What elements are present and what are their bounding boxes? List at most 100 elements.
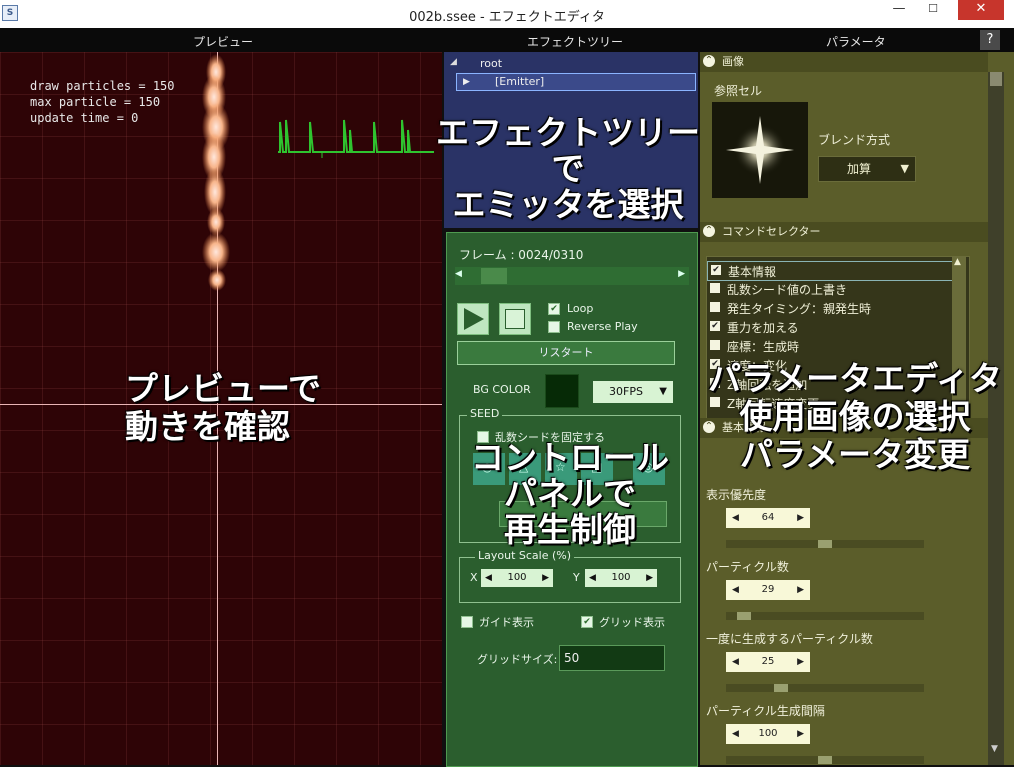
slider-right-icon[interactable]: ▶ — [678, 269, 685, 279]
command-label: 座標：生成時 — [727, 340, 800, 354]
guide-label: ガイド表示 — [479, 616, 534, 629]
decrement-icon[interactable]: ◀ — [732, 652, 739, 672]
stop-button[interactable] — [499, 303, 531, 335]
parameter-scrollbar-thumb[interactable] — [990, 72, 1002, 86]
reverse-play-checkbox[interactable] — [548, 321, 560, 333]
frame-slider[interactable]: ◀ ▶ — [455, 267, 689, 285]
play-icon — [464, 308, 484, 330]
field-stepper[interactable]: ◀ 25 ▶ — [726, 652, 810, 672]
bg-color-swatch[interactable] — [545, 374, 579, 408]
control-caption: コントロール パネルで 再生制御 — [470, 440, 670, 548]
field-slider-thumb[interactable] — [737, 612, 751, 620]
grid-size-input[interactable]: 50 — [559, 645, 665, 671]
control-caption-line-3: 再生制御 — [504, 510, 636, 549]
decrement-icon[interactable]: ◀ — [485, 569, 492, 587]
preview-caption-line-1: プレビューで — [125, 369, 322, 408]
parameter-caption-line-3: パラメータ変更 — [739, 435, 970, 474]
scale-y-value: 100 — [611, 572, 631, 583]
loop-checkbox[interactable]: ✔ — [548, 303, 560, 315]
scale-y-stepper[interactable]: ◀ 100 ▶ — [585, 569, 657, 587]
sparkle-icon — [726, 116, 794, 184]
blend-select[interactable]: 加算 ▼ — [818, 156, 916, 182]
command-row[interactable]: ✔ 基本情報 — [707, 261, 955, 281]
preview-stats: draw particles = 150 max particle = 150 … — [30, 78, 175, 126]
help-button[interactable]: ? — [980, 30, 1000, 50]
draw-particles-stat: draw particles = 150 — [30, 79, 175, 93]
command-checkbox[interactable] — [710, 283, 720, 293]
tree-emitter-node[interactable]: ▶ [Emitter] — [456, 73, 696, 91]
stop-icon — [505, 309, 525, 329]
window-title: 002b.ssee - エフェクトエディタ — [409, 10, 605, 25]
command-checkbox[interactable] — [710, 302, 720, 312]
update-time-stat: update time = 0 — [30, 111, 139, 125]
field-value: 100 — [758, 728, 778, 739]
field-stepper[interactable]: ◀ 100 ▶ — [726, 724, 810, 744]
tree-root-node[interactable]: root — [480, 57, 502, 70]
field-slider[interactable] — [726, 756, 924, 764]
control-caption-line-1: コントロール — [471, 438, 669, 477]
increment-icon[interactable]: ▶ — [646, 569, 653, 587]
play-button[interactable] — [457, 303, 489, 335]
tree-header: エフェクトツリー — [527, 35, 624, 49]
command-row[interactable]: 座標：生成時 — [707, 337, 953, 355]
increment-icon[interactable]: ▶ — [797, 508, 804, 528]
preview-header: プレビュー — [193, 35, 254, 49]
decrement-icon[interactable]: ◀ — [732, 508, 739, 528]
expand-arrow-icon: ▶ — [463, 77, 470, 87]
field-slider[interactable] — [726, 540, 924, 548]
command-label: 重力を加える — [727, 321, 799, 335]
command-row[interactable]: 乱数シード値の上書き — [707, 280, 953, 298]
decrement-icon[interactable]: ◀ — [732, 724, 739, 744]
field-label: パーティクル生成間隔 — [706, 704, 825, 718]
field-stepper[interactable]: ◀ 29 ▶ — [726, 580, 810, 600]
ref-cell-label: 参照セル — [714, 84, 763, 98]
scroll-down-icon[interactable]: ▼ — [991, 744, 998, 754]
close-button[interactable]: ✕ — [958, 0, 1004, 20]
fps-select[interactable]: 30FPS ▼ — [593, 381, 673, 403]
command-row[interactable]: 発生タイミング：親発生時 — [707, 299, 953, 317]
collapse-icon[interactable]: ⌃ — [703, 55, 715, 67]
decrement-icon[interactable]: ◀ — [732, 580, 739, 600]
field-slider-thumb[interactable] — [774, 684, 788, 692]
field-slider-thumb[interactable] — [818, 540, 832, 548]
increment-icon[interactable]: ▶ — [797, 724, 804, 744]
frame-slider-thumb[interactable] — [481, 268, 507, 284]
scroll-up-icon[interactable]: ▲ — [954, 257, 961, 267]
field-slider[interactable] — [726, 612, 924, 620]
params-header: パラメータ — [826, 35, 886, 49]
tree-collapse-icon[interactable]: ◢ — [450, 57, 457, 67]
layout-scale-label: Layout Scale (%) — [475, 549, 575, 562]
field-slider[interactable] — [726, 684, 924, 692]
scale-x-stepper[interactable]: ◀ 100 ▶ — [481, 569, 553, 587]
field-slider-thumb[interactable] — [818, 756, 832, 764]
command-checkbox[interactable]: ✔ — [711, 265, 721, 275]
chevron-down-icon: ▼ — [900, 162, 909, 175]
decrement-icon[interactable]: ◀ — [589, 569, 596, 587]
slider-left-icon[interactable]: ◀ — [455, 269, 462, 279]
field-stepper[interactable]: ◀ 64 ▶ — [726, 508, 810, 528]
minimize-button[interactable]: — — [884, 0, 914, 20]
preview-panel[interactable]: draw particles = 150 max particle = 150 … — [0, 52, 442, 765]
cmd-section-title: コマンドセレクター — [722, 225, 821, 238]
preview-caption: プレビューで 動きを確認 — [125, 370, 321, 446]
loop-label: Loop — [567, 302, 594, 315]
restart-button[interactable]: リスタート — [457, 341, 675, 365]
increment-icon[interactable]: ▶ — [797, 652, 804, 672]
ref-cell-preview[interactable] — [712, 102, 808, 198]
collapse-icon[interactable]: ⌃ — [703, 225, 715, 237]
emitter-label: [Emitter] — [495, 75, 545, 88]
increment-icon[interactable]: ▶ — [542, 569, 549, 587]
grid-label: グリッド表示 — [599, 616, 665, 629]
grid-checkbox[interactable]: ✔ — [581, 616, 593, 628]
guide-checkbox[interactable] — [461, 616, 473, 628]
cmd-section-header[interactable]: ⌃ コマンドセレクター — [700, 222, 988, 242]
increment-icon[interactable]: ▶ — [797, 580, 804, 600]
command-row[interactable]: ✔ 重力を加える — [707, 318, 953, 336]
command-label: 乱数シード値の上書き — [727, 283, 848, 297]
field-value: 29 — [761, 584, 775, 595]
tree-caption: エフェクトツリーで エミッタを選択 — [428, 115, 708, 223]
image-section-header[interactable]: ⌃ 画像 — [700, 52, 988, 72]
command-checkbox[interactable] — [710, 340, 720, 350]
command-checkbox[interactable]: ✔ — [710, 321, 720, 331]
maximize-button[interactable]: ☐ — [918, 0, 948, 20]
